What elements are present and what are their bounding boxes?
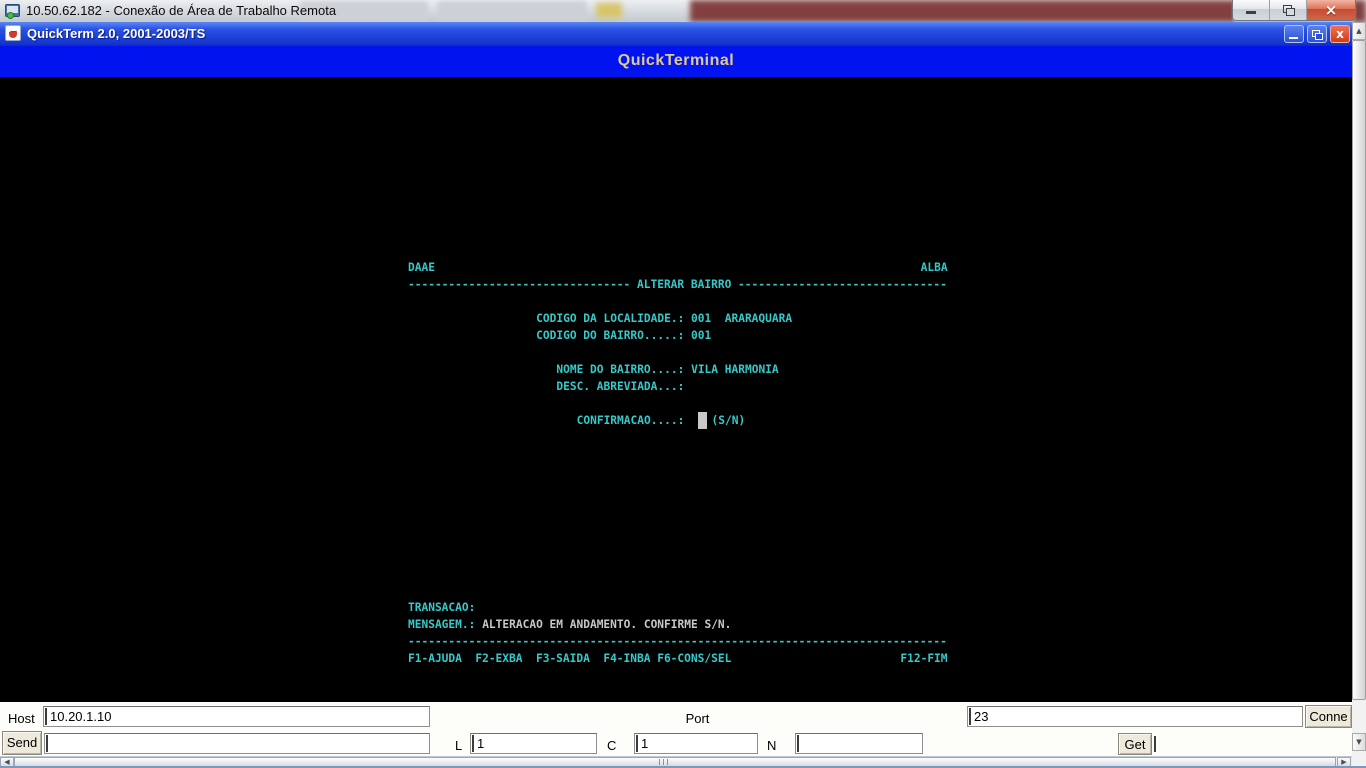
column-label: C [607,738,616,753]
close-icon: × [1307,0,1355,20]
background-blur-shape [596,3,622,18]
terminal-text-segment: CONFIRMACAO....: [577,412,685,429]
close-icon: x [1331,26,1349,42]
java-app-icon [5,25,21,41]
terminal-text-segment: F12-FIM [900,650,947,667]
scrollbar-grip [667,759,668,765]
text-caret [1154,736,1156,752]
line-input[interactable]: 1 [470,733,597,754]
n-input[interactable] [795,733,923,754]
terminal-text-segment: NOME DO BAIRRO....: VILA HARMONIA [556,361,778,378]
terminal-screen[interactable]: DAAEALBA--------------------------------… [0,78,1352,702]
scroll-down-button[interactable]: ▼ [1352,733,1366,751]
terminal-line: CODIGO DO BAIRRO.....: 001 [408,327,968,344]
terminal-line: DESC. ABREVIADA...: [408,378,968,395]
n-label: N [767,738,776,753]
close-button[interactable]: × [1307,0,1355,20]
terminal-text-segment: F1-AJUDA F2-EXBA F3-SAIDA F4-INBA F6-CON… [408,650,731,667]
remote-desktop-icon [5,4,20,17]
send-button[interactable]: Send [2,731,42,755]
app-close-button[interactable]: x [1330,25,1350,43]
scrollbar-grip [663,759,664,765]
restore-icon [1312,30,1320,37]
terminal-text-segment: DAAE [408,259,435,276]
get-button[interactable]: Get [1118,733,1152,755]
app-window-buttons: x [1284,25,1350,43]
port-input[interactable]: 23 [967,706,1303,727]
terminal-line: --------------------------------- ALTERA… [408,276,968,293]
app-title-bar: QuickTerm 2.0, 2001-2003/TS x [0,22,1366,46]
quickterminal-header: QuickTerminal [0,46,1352,78]
scroll-up-button[interactable]: ▲ [1352,22,1366,40]
app-restore-button[interactable] [1307,25,1327,43]
scrollbar-corner [1352,751,1366,766]
connection-panel: Host 10.20.1.10 Port 23 Conne Send L 1 C… [0,702,1352,756]
terminal-content: DAAEALBA--------------------------------… [408,259,968,667]
terminal-cursor [698,412,707,429]
terminal-line: MENSAGEM.: ALTERACAO EM ANDAMENTO. CONFIR… [408,616,968,633]
restore-button[interactable] [1270,0,1307,20]
vertical-scrollbar-thumb[interactable] [1352,40,1366,700]
connect-button[interactable]: Conne [1305,705,1352,728]
terminal-line: TRANSACAO: [408,599,968,616]
terminal-line: NOME DO BAIRRO....: VILA HARMONIA [408,361,968,378]
terminal-text-segment: (S/N) [712,412,746,429]
background-browser-tab [437,1,587,21]
terminal-line: ----------------------------------------… [408,633,968,650]
terminal-text-segment: --------------------------------- ALTERA… [408,276,947,293]
terminal-text-segment: CODIGO DO BAIRRO.....: 001 [536,327,711,344]
terminal-text-segment: MENSAGEM.: [408,616,475,633]
minimize-icon [1289,37,1298,39]
terminal-line: CONFIRMACAO....: (S/N) [408,412,968,429]
line-label: L [455,738,462,753]
terminal-line: CODIGO DA LOCALIDADE.: 001 ARARAQUARA [408,310,968,327]
vertical-scrollbar[interactable]: ▲ ▼ [1352,22,1366,751]
minimize-icon [1246,11,1256,14]
rdp-title-bar: 10.50.62.182 - Conexão de Área de Trabal… [0,0,1366,23]
screen: 10.50.62.182 - Conexão de Área de Trabal… [0,0,1366,768]
rdp-title: 10.50.62.182 - Conexão de Área de Trabal… [26,3,336,18]
terminal-text-segment: ----------------------------------------… [408,633,947,650]
terminal-line: DAAE ALBA [408,259,968,276]
terminal-line: F1-AJUDA F2-EXBA F3-SAIDA F4-INBA F6-CON… [408,650,968,667]
terminal-text-segment: ALBA [921,259,948,276]
page-title: QuickTerminal [0,52,1352,70]
column-input[interactable]: 1 [634,733,758,754]
host-label: Host [8,711,35,726]
scrollbar-grip [659,759,660,765]
app-title: QuickTerm 2.0, 2001-2003/TS [27,26,205,41]
restore-icon [1283,5,1292,13]
terminal-text-segment: CODIGO DA LOCALIDADE.: 001 ARARAQUARA [536,310,792,327]
host-input[interactable]: 10.20.1.10 [43,706,430,727]
terminal-text-segment: DESC. ABREVIADA...: [556,378,684,395]
terminal-text-segment: ALTERACAO EM ANDAMENTO. CONFIRME S/N. [482,616,731,633]
app-minimize-button[interactable] [1284,25,1304,43]
minimize-button[interactable] [1233,0,1270,20]
terminal-text-segment: TRANSACAO: [408,599,475,616]
send-input[interactable] [44,733,430,754]
port-label: Port [430,711,965,726]
window-caption-buttons: × [1232,0,1356,21]
